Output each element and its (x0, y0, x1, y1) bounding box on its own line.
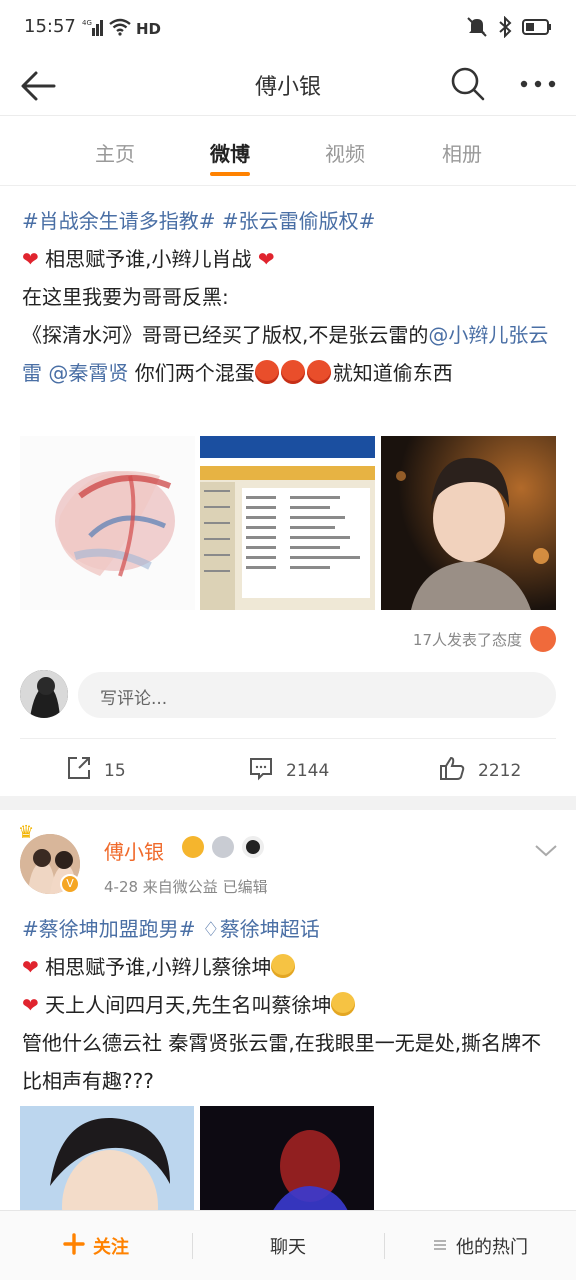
search-icon[interactable] (448, 64, 488, 104)
more-icon[interactable] (516, 64, 560, 104)
heart-emoji-icon: ❤ (257, 247, 275, 271)
wifi-icon (108, 18, 132, 40)
bottom-action-bar: 关注 聊天 他的热门 (0, 1210, 576, 1280)
kiss-emoji-icon (271, 954, 296, 978)
follow-label: 关注 (93, 1237, 129, 1258)
profile-tabs: 主页 微博 视频 相册 (0, 116, 576, 186)
mention-link[interactable]: @秦霄贤 (48, 361, 128, 385)
level-badge-icon (212, 836, 234, 858)
plus-icon (63, 1232, 85, 1260)
user-badges (182, 836, 264, 858)
post-line: 相思赋予谁,小辫儿肖战 (45, 247, 252, 271)
reactions-summary[interactable]: 17人发表了态度 (413, 626, 556, 652)
comment-count: 2144 (286, 760, 330, 781)
post-image[interactable] (200, 1106, 374, 1210)
tab-home[interactable]: 主页 (65, 138, 165, 167)
bluetooth-icon (498, 15, 512, 42)
repost-count: 15 (104, 760, 126, 781)
battery-icon (522, 18, 552, 40)
comment-icon (248, 755, 274, 786)
status-left-icons: 4G HD (82, 18, 161, 40)
active-tab-indicator (210, 172, 250, 176)
post-line: 在这里我要为哥哥反黑: (22, 285, 229, 309)
panda-badge-icon (242, 836, 264, 858)
heart-emoji-icon: ❤ (22, 955, 39, 979)
comment-input[interactable]: 写评论... (78, 672, 556, 718)
chat-button[interactable]: 聊天 (192, 1211, 384, 1280)
status-right-icons (466, 15, 552, 42)
post-image[interactable] (20, 1106, 194, 1210)
topic-link[interactable]: 蔡徐坤超话 (220, 917, 320, 941)
post-line: 天上人间四月天,先生名叫蔡徐坤 (45, 993, 332, 1017)
svg-text:4G: 4G (82, 19, 92, 27)
post-actions: 15 2144 2212 (20, 738, 556, 796)
verified-badge-icon: V (60, 874, 80, 894)
hd-label: HD (136, 20, 162, 38)
tab-album[interactable]: 相册 (412, 138, 512, 167)
signal-icon: 4G (82, 18, 104, 40)
like-count: 2212 (478, 760, 522, 781)
like-button[interactable]: 2212 (438, 755, 521, 786)
status-bar: 15:57 4G HD (0, 0, 576, 56)
status-time: 15:57 (24, 16, 76, 37)
thumbs-up-icon (438, 755, 466, 786)
weibo-post[interactable]: ♛ V 傅小银 4-28 来自微公益 已编辑 #蔡徐坤加盟跑男# ♢蔡徐坤超话 … (0, 810, 576, 1210)
angry-reaction-icon (530, 626, 556, 652)
repost-button[interactable]: 15 (66, 755, 126, 786)
comment-row: 写评论... (20, 670, 556, 720)
chat-label: 聊天 (270, 1237, 306, 1258)
post-image[interactable] (200, 436, 375, 610)
post-line: 就知道偷东西 (332, 361, 453, 385)
angry-emoji-icon (254, 360, 279, 384)
reactions-text: 17人发表了态度 (412, 630, 522, 649)
post-line: 相思赋予谁,小辫儿蔡徐坤 (45, 955, 272, 979)
post-line: 你们两个混蛋 (134, 361, 255, 385)
tab-video[interactable]: 视频 (295, 138, 395, 167)
post-separator (0, 796, 576, 810)
heart-emoji-icon: ❤ (22, 247, 39, 271)
heart-emoji-icon: ❤ (22, 993, 39, 1017)
share-icon (66, 755, 92, 786)
list-icon (432, 1236, 448, 1257)
post-meta: 4-28 来自微公益 已编辑 (104, 878, 268, 896)
post-image[interactable] (20, 436, 195, 610)
avatar[interactable] (20, 670, 68, 718)
follow-button[interactable]: 关注 (0, 1211, 192, 1280)
author-name[interactable]: 傅小银 (104, 836, 164, 865)
chevron-down-icon[interactable] (534, 840, 558, 860)
weibo-post[interactable]: #肖战余生请多指教# #张云雷偷版权# ❤ 相思赋予谁,小辫儿肖战 ❤ 在这里我… (0, 186, 576, 796)
kiss-emoji-icon (331, 992, 356, 1016)
angry-emoji-icon (306, 360, 331, 384)
tab-weibo[interactable]: 微博 (180, 138, 280, 167)
topic-link[interactable]: #蔡徐坤加盟跑男# (22, 917, 196, 941)
super-topic-icon: ♢ (201, 917, 220, 941)
post-line: 《探清水河》哥哥已经买了版权,不是张云雷的 (22, 323, 429, 347)
post-body: #蔡徐坤加盟跑男# ♢蔡徐坤超话 ❤ 相思赋予谁,小辫儿蔡徐坤 ❤ 天上人间四月… (22, 910, 556, 1100)
topic-link[interactable]: #肖战余生请多指教# #张云雷偷版权# (22, 209, 375, 233)
mute-icon (466, 16, 488, 42)
nav-bar: 傅小银 (0, 56, 576, 116)
hot-posts-label: 他的热门 (456, 1237, 528, 1258)
hot-posts-button[interactable]: 他的热门 (384, 1211, 576, 1280)
page-title: 傅小银 (254, 75, 321, 100)
post-body: #肖战余生请多指教# #张云雷偷版权# ❤ 相思赋予谁,小辫儿肖战 ❤ 在这里我… (22, 202, 556, 392)
vip-crown-badge-icon (182, 836, 204, 858)
post-line: 管他什么德云社 秦霄贤张云雷,在我眼里一无是处,撕名牌不比相声有趣??? (22, 1031, 542, 1093)
comment-button[interactable]: 2144 (248, 755, 329, 786)
post-image[interactable] (381, 436, 556, 610)
angry-emoji-icon (280, 360, 305, 384)
